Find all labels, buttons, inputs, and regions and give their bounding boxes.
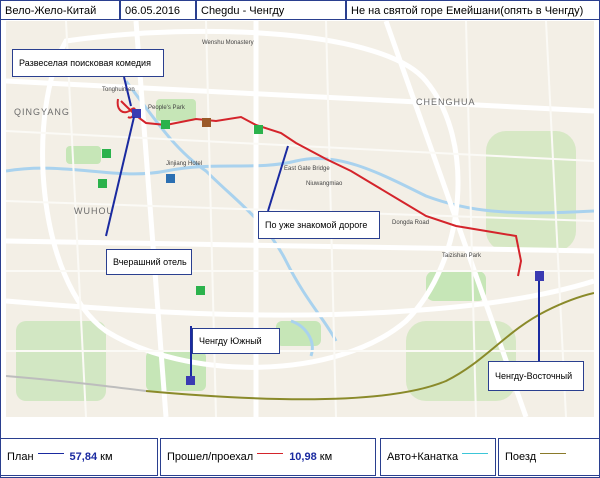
header-route: Chegdu - Ченгду xyxy=(196,0,346,20)
footer-done: Прошел/проехал 10,98 км xyxy=(160,438,376,476)
plan-value: 57,84 xyxy=(69,451,98,463)
route-map[interactable]: QINGYANG WUHOU CHENGHUA Tonghuimen Peopl… xyxy=(6,21,594,417)
done-value: 10,98 xyxy=(289,451,317,463)
callout-hotel: Вчерашний отель xyxy=(106,249,192,275)
callout-east-station: Ченгду-Восточный xyxy=(488,361,584,391)
header-title: Вело-Жело-Китай xyxy=(0,0,120,20)
callout-south-station: Ченгду Южный xyxy=(192,328,280,354)
footer-plan: План 57,84 км xyxy=(0,438,158,476)
callout-familiar-road: По уже знакомой дороге xyxy=(258,211,380,239)
header-note: Не на святой горе Емейшани(опять в Ченгд… xyxy=(346,0,600,20)
plan-unit: км xyxy=(100,451,113,463)
footer-train: Поезд xyxy=(498,438,600,476)
header-date: 06.05.2016 xyxy=(120,0,196,20)
auto-line-swatch xyxy=(462,453,489,454)
done-unit: км xyxy=(319,451,333,463)
done-line-swatch xyxy=(257,453,284,454)
footer-auto: Авто+Канатка xyxy=(380,438,496,476)
train-line-swatch xyxy=(540,453,567,454)
train-label: Поезд xyxy=(505,451,537,463)
callout-comedy: Развеселая поисковая комедия xyxy=(12,49,164,77)
done-label: Прошел/проехал xyxy=(167,451,254,463)
auto-label: Авто+Канатка xyxy=(387,451,459,463)
plan-line-swatch xyxy=(37,453,64,454)
plan-label: План xyxy=(7,451,34,463)
